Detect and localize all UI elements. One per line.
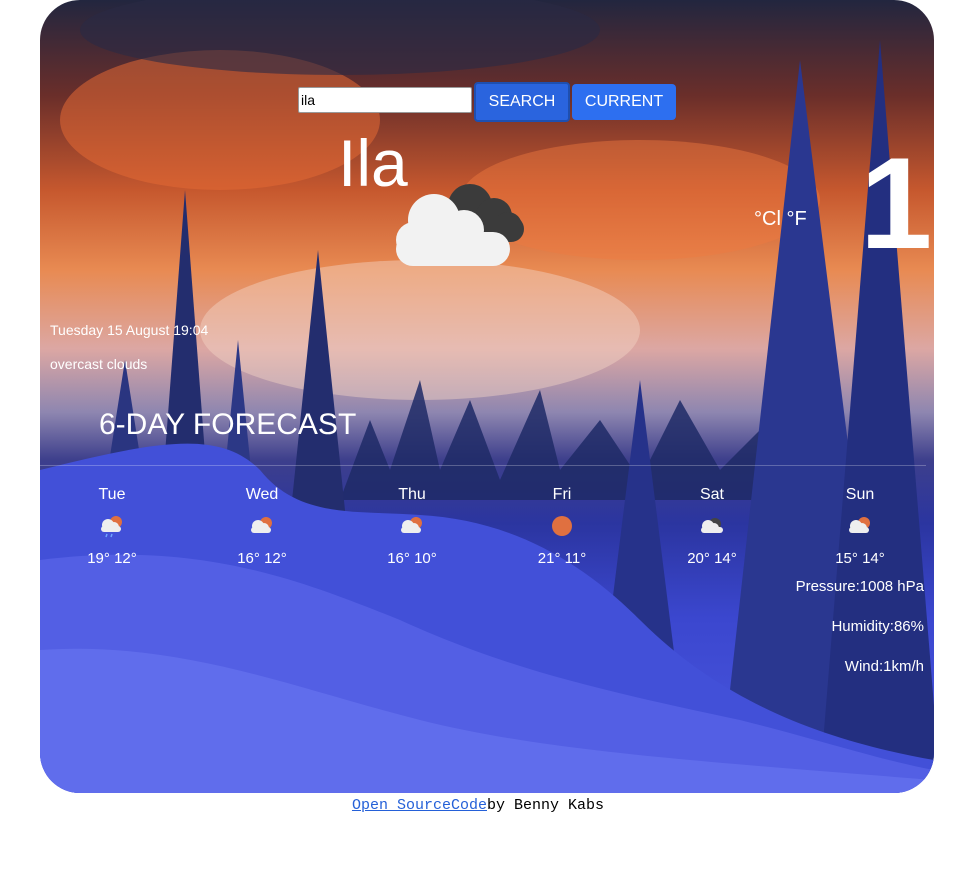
footer-credit: by Benny Kabs — [487, 797, 605, 814]
forecast-day-name: Wed — [245, 486, 279, 503]
search-button[interactable]: SEARCH — [474, 82, 570, 122]
current-location-button[interactable]: CURRENT — [572, 84, 676, 120]
forecast-day: Fri 21° 11° — [512, 486, 612, 567]
overcast-clouds-icon — [396, 184, 524, 266]
weather-card: SEARCH CURRENT Ila °Cl °F 19 Tuesday 15 … — [40, 0, 934, 793]
cloud-dark-icon — [701, 518, 723, 533]
sun-icon — [552, 516, 572, 536]
forecast-day: Sun 15° 14° — [810, 486, 910, 567]
forecast-day: Thu 16° 10° — [362, 486, 462, 567]
current-temperature: 19 — [860, 130, 934, 276]
forecast-day-name: Thu — [398, 486, 426, 503]
forecast-day-name: Sat — [699, 486, 724, 503]
wind-value: Wind:1km/h — [844, 658, 924, 675]
forecast-day-range: 21° 11° — [537, 550, 587, 567]
forecast-title: 6-DAY FORECAST — [99, 408, 357, 441]
rain-cloud-sun-icon — [101, 516, 122, 538]
forecast-divider — [40, 465, 926, 466]
forecast-day-range: 16° 12° — [237, 550, 287, 567]
open-source-link[interactable]: Open SourceCode — [352, 797, 487, 814]
humidity-value: Humidity:86% — [831, 618, 924, 635]
forecast-day-range: 16° 10° — [387, 550, 437, 567]
footer: Open SourceCodeby Benny Kabs — [0, 797, 956, 814]
current-date: Tuesday 15 August 19:04 — [50, 322, 209, 338]
cloud-sun-icon — [849, 517, 870, 533]
forecast-day: Sat 20° 14° — [662, 486, 762, 567]
forecast-day: Tue 19° 12° — [62, 486, 162, 567]
cloud-sun-icon — [251, 517, 272, 533]
pressure-value: Pressure:1008 hPa — [795, 578, 924, 595]
forecast-day-range: 20° 14° — [687, 550, 737, 567]
forecast-day-name: Fri — [552, 486, 572, 503]
forecast-day: Wed 16° 12° — [212, 486, 312, 567]
weather-description: overcast clouds — [50, 356, 148, 372]
forecast-day-range: 19° 12° — [87, 550, 137, 567]
forecast-day-name: Sun — [845, 486, 875, 503]
search-input[interactable] — [298, 87, 472, 113]
forecast-day-range: 15° 14° — [835, 550, 885, 567]
forecast-day-name: Tue — [98, 486, 126, 503]
unit-toggle[interactable]: °Cl °F — [754, 208, 807, 231]
cloud-sun-icon — [401, 517, 422, 533]
